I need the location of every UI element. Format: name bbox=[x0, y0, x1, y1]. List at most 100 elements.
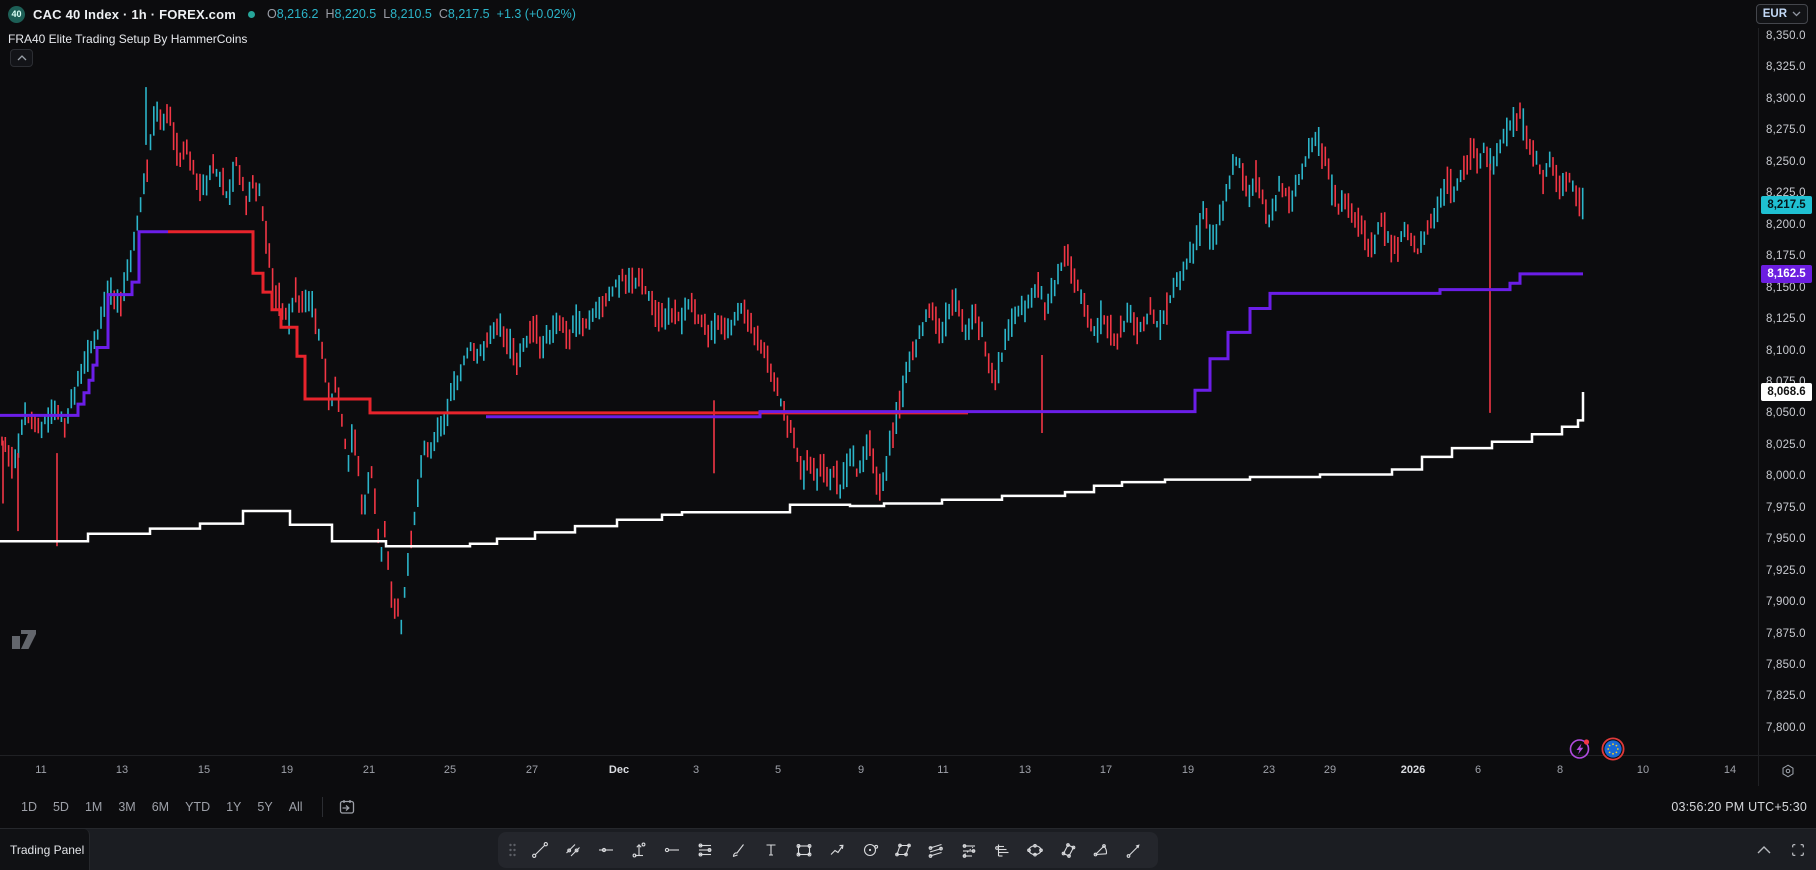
trading-panel-label: Trading Panel bbox=[10, 843, 85, 857]
close-label: C bbox=[438, 7, 448, 21]
bottom-panel: Trading Panel bbox=[0, 828, 1816, 870]
price-tick: 8,100.0 bbox=[1766, 344, 1806, 357]
horizontal-line-tool-icon[interactable] bbox=[592, 836, 620, 864]
symbol-logo-badge: 40 bbox=[8, 5, 25, 23]
price-tick: 7,925.0 bbox=[1766, 564, 1806, 577]
time-tick: 21 bbox=[362, 764, 376, 776]
time-tick: 5 bbox=[774, 764, 782, 776]
parallelogram-tool-icon[interactable] bbox=[889, 836, 917, 864]
trend-based-fib-tool-icon[interactable] bbox=[955, 836, 983, 864]
range-button-all[interactable]: All bbox=[282, 796, 310, 818]
toolbar-divider bbox=[321, 797, 323, 817]
tradingview-logo-icon[interactable] bbox=[12, 628, 38, 650]
time-axis[interactable]: 11 13 15 19 21 25 27 Dec 3 5 9 11 13 17 19 23 29 2026 6 8 10… bbox=[0, 756, 1758, 786]
time-tick: 6 bbox=[1474, 764, 1482, 776]
time-tick: 17 bbox=[1099, 764, 1113, 776]
ellipse-tool-icon[interactable] bbox=[1021, 836, 1049, 864]
rectangle-tool-icon[interactable] bbox=[790, 836, 818, 864]
trend-line-tool-icon[interactable] bbox=[526, 836, 554, 864]
range-button-1d[interactable]: 1D bbox=[14, 796, 44, 818]
fib-wedge-tool-icon[interactable] bbox=[1087, 836, 1115, 864]
price-tick: 8,025.0 bbox=[1766, 438, 1806, 451]
price-tick: 8,000.0 bbox=[1766, 470, 1806, 483]
range-buttons: 1D 5D 1M 3M 6M YTD 1Y 5Y All bbox=[14, 796, 310, 818]
fib-time-zone-tool-icon[interactable] bbox=[988, 836, 1016, 864]
high-label: H bbox=[325, 7, 335, 21]
chart-event-markers bbox=[1568, 737, 1625, 761]
range-button-3m[interactable]: 3M bbox=[111, 796, 142, 818]
indicator-legend[interactable]: FRA40 Elite Trading Setup By HammerCoins bbox=[8, 32, 247, 46]
collapse-panel-button[interactable] bbox=[1756, 845, 1772, 855]
high-value: 8,220.5 bbox=[334, 7, 377, 21]
price-tick: 8,250.0 bbox=[1766, 155, 1806, 168]
purple-line-price-tag: 8,162.5 bbox=[1761, 264, 1812, 283]
trading-chart-app: 40 CAC 40 Index · 1h · FOREX.com O8,216.… bbox=[0, 0, 1816, 870]
market-status-icon[interactable] bbox=[248, 10, 256, 18]
range-button-1m[interactable]: 1M bbox=[78, 796, 109, 818]
price-tick: 8,300.0 bbox=[1766, 92, 1806, 105]
time-tick: 11 bbox=[35, 764, 47, 776]
brush-tool-icon[interactable] bbox=[724, 836, 752, 864]
axis-settings-corner[interactable] bbox=[1758, 756, 1816, 786]
chevron-down-icon bbox=[1792, 11, 1801, 17]
ohlc-readout: O8,216.2 H8,220.5 L8,210.5 C8,217.5 +1.3… bbox=[267, 7, 576, 21]
price-tick: 7,825.0 bbox=[1766, 690, 1806, 703]
maximize-icon bbox=[1792, 844, 1804, 856]
maximize-panel-button[interactable] bbox=[1790, 842, 1806, 858]
time-tick: 14 bbox=[1723, 764, 1737, 776]
go-to-date-button[interactable] bbox=[335, 795, 359, 819]
price-tick: 8,175.0 bbox=[1766, 250, 1806, 263]
range-button-ytd[interactable]: YTD bbox=[178, 796, 217, 818]
fib-retracement-tool-icon[interactable] bbox=[691, 836, 719, 864]
polyline-tool-icon[interactable] bbox=[823, 836, 851, 864]
open-label: O bbox=[267, 7, 277, 21]
currency-dropdown[interactable]: EUR bbox=[1755, 4, 1808, 24]
drag-handle-icon[interactable] bbox=[508, 842, 517, 858]
price-tick: 7,950.0 bbox=[1766, 533, 1806, 546]
price-tick: 8,200.0 bbox=[1766, 218, 1806, 231]
session-clock[interactable]: 03:56:20 PM UTC+5:30 bbox=[1671, 786, 1807, 828]
axis-settings-icon bbox=[1781, 764, 1794, 778]
circle-tool-icon[interactable] bbox=[856, 836, 884, 864]
range-button-1y[interactable]: 1Y bbox=[219, 796, 248, 818]
time-tick: 11 bbox=[937, 764, 949, 776]
price-tick: 8,275.0 bbox=[1766, 124, 1806, 137]
parallel-channel-tool-icon[interactable] bbox=[559, 836, 587, 864]
text-tool-icon[interactable] bbox=[757, 836, 785, 864]
calendar-goto-icon bbox=[339, 800, 354, 814]
open-value: 8,216.2 bbox=[276, 7, 319, 21]
time-tick: 23 bbox=[1262, 764, 1276, 776]
horizontal-ray-tool-icon[interactable] bbox=[658, 836, 686, 864]
chart-region: FRA40 Elite Trading Setup By HammerCoins bbox=[0, 28, 1816, 761]
time-tick: 25 bbox=[443, 764, 457, 776]
range-button-5y[interactable]: 5Y bbox=[250, 796, 279, 818]
time-tick: 29 bbox=[1323, 764, 1337, 776]
price-tick: 8,150.0 bbox=[1766, 281, 1806, 294]
time-tick: 9 bbox=[857, 764, 865, 776]
time-tick: 13 bbox=[115, 764, 129, 776]
price-tick: 8,325.0 bbox=[1766, 61, 1806, 74]
lightning-alert-icon[interactable] bbox=[1568, 737, 1592, 761]
time-tick: 19 bbox=[280, 764, 294, 776]
time-tick: 13 bbox=[1018, 764, 1032, 776]
price-tick: 8,050.0 bbox=[1766, 407, 1806, 420]
trading-panel-tab[interactable]: Trading Panel bbox=[0, 829, 90, 870]
range-button-5d[interactable]: 5D bbox=[46, 796, 76, 818]
fib-channel-tool-icon[interactable] bbox=[922, 836, 950, 864]
rotated-rectangle-tool-icon[interactable] bbox=[1054, 836, 1082, 864]
time-tick: Dec bbox=[608, 764, 630, 776]
close-value: 8,217.5 bbox=[447, 7, 490, 21]
symbol-title[interactable]: CAC 40 Index · 1h · FOREX.com bbox=[33, 7, 236, 22]
info-line-tool-icon[interactable] bbox=[625, 836, 653, 864]
price-chart[interactable] bbox=[0, 28, 1758, 755]
last-price-tag: 8,217.5 bbox=[1761, 195, 1812, 214]
time-tick: 2026 bbox=[1400, 764, 1426, 776]
range-button-6m[interactable]: 6M bbox=[145, 796, 176, 818]
price-axis[interactable]: 8,350.0 8,325.0 8,300.0 8,275.0 8,250.0 8,225… bbox=[1758, 28, 1816, 755]
change-value: +1.3 (+0.02%) bbox=[496, 7, 576, 21]
eu-flag-icon[interactable] bbox=[1601, 737, 1625, 761]
legend-collapse-button[interactable] bbox=[10, 49, 33, 67]
low-value: 8,210.5 bbox=[390, 7, 432, 21]
arrow-tool-icon[interactable] bbox=[1120, 836, 1148, 864]
time-tick: 19 bbox=[1181, 764, 1195, 776]
